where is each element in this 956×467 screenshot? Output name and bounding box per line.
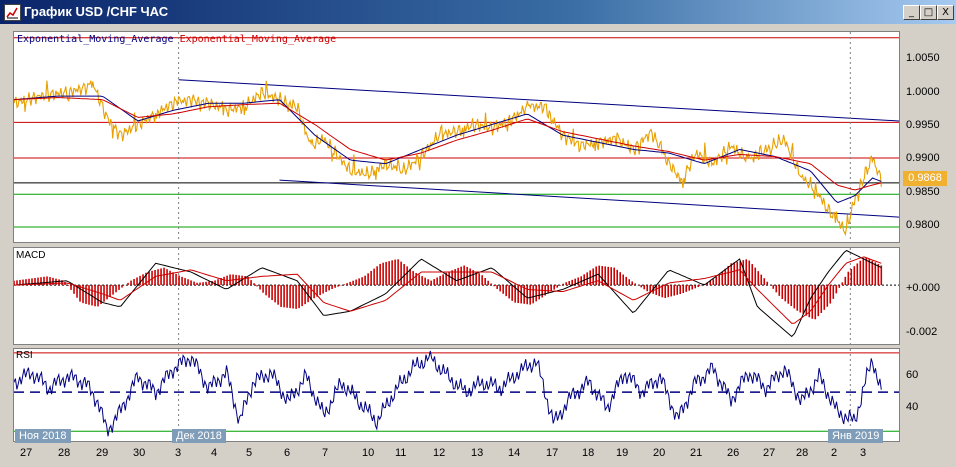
rsi-tick: 40: [906, 401, 919, 413]
price-tick: 1.0050: [906, 52, 940, 64]
price-tick: 1.0000: [906, 86, 940, 98]
rsi-tick: 60: [906, 369, 919, 381]
rsi-line: [14, 350, 882, 437]
macd-chart-svg: [14, 248, 899, 344]
macd-panel-title: MACD: [16, 250, 46, 261]
x-axis-tick: 27: [763, 447, 776, 459]
x-axis-tick: 21: [690, 447, 703, 459]
legend-ema-slow: Exponential_Moving_Average: [179, 34, 337, 45]
x-axis-tick: 13: [471, 447, 484, 459]
x-axis-tick: 27: [20, 447, 33, 459]
x-axis-tick: 29: [96, 447, 109, 459]
price-tick: 0.9900: [906, 152, 940, 164]
rsi-chart-svg: [14, 349, 899, 441]
ema-slow-line: [14, 96, 882, 191]
x-axis-tick: 17: [546, 447, 559, 459]
macd-tick: +0.000: [906, 282, 940, 294]
x-axis-tick: 11: [395, 447, 407, 459]
chart-window: График USD /CHF ЧАС _ □ X Exponential_Mo…: [0, 0, 956, 467]
rsi-panel-title: RSI: [16, 350, 33, 361]
macd-panel[interactable]: [13, 247, 900, 345]
title-bar[interactable]: График USD /CHF ЧАС _ □ X: [0, 0, 956, 24]
x-axis-tick: 26: [727, 447, 740, 459]
price-panel[interactable]: [13, 31, 900, 243]
macd-line: [14, 249, 882, 338]
rsi-panel[interactable]: [13, 348, 900, 442]
x-axis-tick: 10: [362, 447, 375, 459]
legend-ema-fast: Exponential_Moving_Average: [17, 34, 174, 45]
x-axis-tick: 7: [322, 447, 329, 459]
current-price-badge: 0.9868: [903, 171, 947, 186]
price-tick: 0.9850: [906, 186, 940, 198]
x-axis-tick: 20: [653, 447, 666, 459]
month-tag-dec: Дек 2018: [172, 429, 226, 443]
price-tick: 0.9800: [906, 219, 940, 231]
minimize-button[interactable]: _: [903, 5, 920, 20]
maximize-button[interactable]: □: [920, 5, 937, 20]
indicator-legend: Exponential_Moving_Average Exponential_M…: [17, 34, 336, 45]
chart-app-icon: [4, 4, 21, 21]
x-axis-tick: 6: [284, 447, 291, 459]
x-axis-tick: 12: [433, 447, 446, 459]
trend-line: [178, 79, 899, 122]
price-chart-svg: [14, 32, 899, 242]
close-button[interactable]: X: [937, 5, 954, 20]
x-axis-tick: 14: [508, 447, 521, 459]
trend-line: [279, 179, 899, 218]
x-axis-tick: 2: [831, 447, 838, 459]
price-tick: 0.9950: [906, 119, 940, 131]
window-title: График USD /CHF ЧАС: [24, 4, 169, 19]
macd-tick: -0.002: [906, 326, 938, 338]
x-axis-tick: 30: [133, 447, 146, 459]
month-tag-jan: Янв 2019: [828, 429, 884, 443]
x-axis-tick: 3: [860, 447, 867, 459]
x-axis-tick: 4: [211, 447, 218, 459]
month-tag-nov: Ноя 2018: [15, 429, 71, 443]
x-axis-tick: 3: [175, 447, 182, 459]
x-axis-tick: 18: [582, 447, 595, 459]
x-axis-tick: 28: [58, 447, 71, 459]
x-axis-tick: 5: [246, 447, 253, 459]
x-axis-tick: 28: [796, 447, 809, 459]
x-axis-tick: 19: [616, 447, 629, 459]
